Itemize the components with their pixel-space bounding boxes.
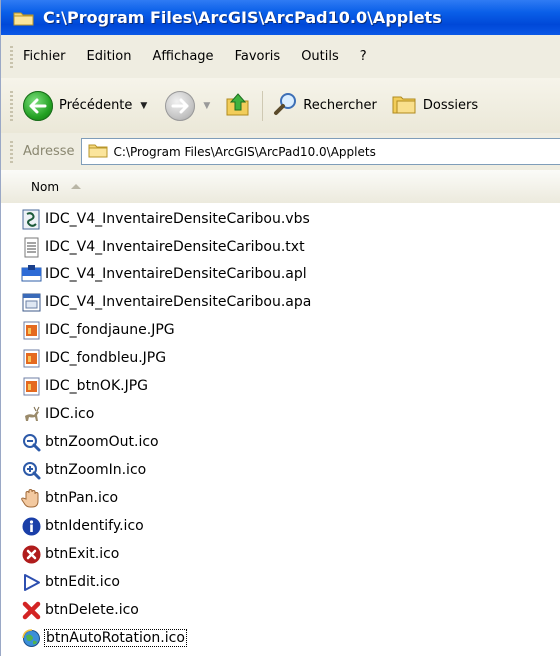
globe-rotation-icon: [21, 628, 42, 649]
menu-outils[interactable]: Outils: [301, 49, 339, 64]
jpg-image-icon: [21, 320, 42, 341]
toolbar-separator: [262, 90, 264, 121]
file-name: IDC.ico: [45, 406, 95, 422]
file-name: IDC_fondjaune.JPG: [45, 322, 175, 338]
jpg-image-icon: [21, 376, 42, 397]
search-icon: [273, 91, 299, 121]
back-label: Précédente: [59, 98, 133, 113]
file-name: IDC_V4_InventaireDensiteCaribou.apl: [45, 266, 307, 282]
apl-file-icon: [21, 264, 42, 285]
file-name: btnPan.ico: [45, 490, 119, 506]
folder-icon: [88, 142, 108, 162]
forward-arrow-icon: [165, 90, 196, 121]
address-label: Adresse: [23, 144, 75, 159]
file-name: btnExit.ico: [45, 546, 120, 562]
apa-file-icon: [21, 292, 42, 313]
file-row[interactable]: IDC_fondbleu.JPG: [21, 345, 166, 371]
address-grip: [10, 140, 13, 163]
file-name: btnEdit.ico: [45, 574, 120, 590]
file-name: IDC_fondbleu.JPG: [45, 350, 167, 366]
menu-edition[interactable]: Edition: [87, 49, 132, 64]
up-folder-icon: [224, 90, 252, 122]
zoom-in-icon: [21, 460, 42, 481]
file-row[interactable]: IDC_V4_InventaireDensiteCaribou.apl: [21, 261, 307, 287]
file-name: IDC_btnOK.JPG: [45, 378, 149, 394]
folder-icon: [13, 10, 35, 26]
file-name: btnDelete.ico: [45, 602, 139, 618]
zoom-out-icon: [21, 432, 42, 453]
search-button[interactable]: Rechercher: [273, 91, 377, 121]
file-name: IDC_V4_InventaireDensiteCaribou.vbs: [45, 211, 310, 227]
menu-bar: Fichier Edition Affichage Favoris Outils…: [1, 35, 560, 79]
back-button[interactable]: Précédente ▼: [23, 90, 147, 121]
edit-arrow-icon: [21, 572, 42, 593]
file-row[interactable]: IDC_fondjaune.JPG: [21, 317, 175, 343]
file-row[interactable]: btnZoomIn.ico: [21, 457, 146, 483]
file-row[interactable]: IDC_V4_InventaireDensiteCaribou.vbs: [21, 206, 310, 232]
file-row[interactable]: btnEdit.ico: [21, 569, 120, 595]
address-bar: Adresse C:\Program Files\ArcGIS\ArcPad10…: [1, 133, 560, 171]
folders-label: Dossiers: [422, 98, 479, 113]
file-row[interactable]: btnIdentify.ico: [21, 513, 144, 539]
forward-dropdown-icon[interactable]: ▼: [203, 101, 210, 111]
file-row[interactable]: IDC_btnOK.JPG: [21, 373, 148, 399]
file-row[interactable]: btnExit.ico: [21, 541, 119, 567]
file-name: IDC_V4_InventaireDensiteCaribou.apa: [45, 294, 312, 310]
delete-x-icon: [21, 600, 42, 621]
file-row[interactable]: IDC_V4_InventaireDensiteCaribou.txt: [21, 234, 305, 260]
forward-button[interactable]: ▼: [165, 90, 210, 121]
jpg-image-icon: [21, 348, 42, 369]
text-document-icon: [21, 237, 42, 258]
file-row[interactable]: IDC_V4_InventaireDensiteCaribou.apa: [21, 289, 311, 315]
file-row[interactable]: btnAutoRotation.ico: [21, 625, 187, 651]
folders-button[interactable]: Dossiers: [391, 91, 478, 121]
info-icon: [21, 516, 42, 537]
back-arrow-icon: [23, 90, 53, 121]
file-row[interactable]: IDC.ico: [21, 401, 94, 427]
file-name: btnZoomIn.ico: [45, 462, 147, 478]
menu-fichier[interactable]: Fichier: [23, 49, 66, 64]
window-title: C:\Program Files\ArcGIS\ArcPad10.0\Apple…: [43, 8, 442, 27]
up-folder-button[interactable]: [224, 90, 252, 122]
exit-icon: [21, 544, 42, 565]
back-dropdown-icon[interactable]: ▼: [140, 101, 147, 111]
vbs-script-icon: [21, 209, 42, 230]
menu-help[interactable]: ?: [360, 49, 367, 64]
file-name: btnIdentify.ico: [45, 518, 144, 534]
file-name: btnZoomOut.ico: [45, 434, 159, 450]
toolbar: Précédente ▼ ▼ Rechercher Dossiers: [1, 78, 560, 134]
file-name: IDC_V4_InventaireDensiteCaribou.txt: [45, 239, 305, 255]
column-header-bar: Nom: [1, 170, 560, 204]
file-list: IDC_V4_InventaireDensiteCaribou.vbs IDC_…: [1, 203, 560, 656]
file-row[interactable]: btnDelete.ico: [21, 597, 139, 623]
column-header-name[interactable]: Nom: [31, 180, 59, 194]
menu-affichage[interactable]: Affichage: [152, 49, 213, 64]
folders-icon: [391, 91, 419, 121]
explorer-window: C:\Program Files\ArcGIS\ArcPad10.0\Apple…: [0, 0, 560, 656]
menu-grip: [10, 45, 13, 68]
search-label: Rechercher: [303, 98, 377, 113]
address-input[interactable]: C:\Program Files\ArcGIS\ArcPad10.0\Apple…: [80, 138, 560, 165]
file-row[interactable]: btnZoomOut.ico: [21, 429, 159, 455]
pan-hand-icon: [21, 488, 42, 509]
toolbar-grip: [10, 90, 13, 121]
title-bar[interactable]: C:\Program Files\ArcGIS\ArcPad10.0\Apple…: [1, 0, 560, 35]
address-path: C:\Program Files\ArcGIS\ArcPad10.0\Apple…: [113, 144, 376, 159]
file-name: btnAutoRotation.ico: [44, 629, 187, 647]
sort-ascending-icon: [71, 184, 82, 189]
menu-favoris[interactable]: Favoris: [235, 49, 281, 64]
caribou-icon: [21, 404, 42, 425]
file-row[interactable]: btnPan.ico: [21, 485, 118, 511]
